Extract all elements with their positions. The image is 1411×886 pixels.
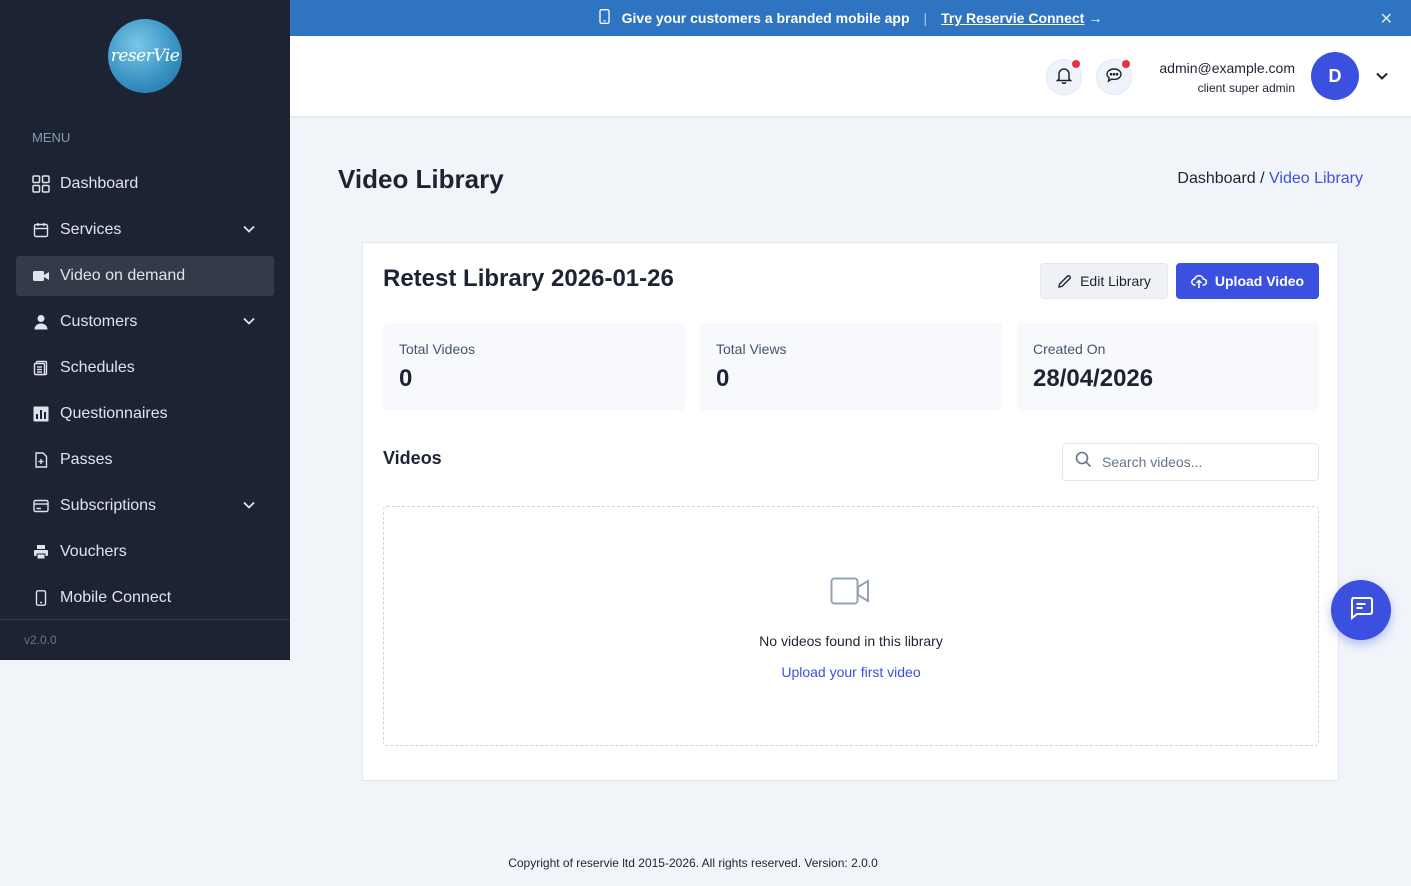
user-role: client super admin — [1197, 81, 1295, 95]
search-icon — [1075, 451, 1092, 473]
sidebar-item-schedules[interactable]: Schedules — [16, 348, 274, 388]
avatar[interactable]: D — [1311, 52, 1359, 100]
logo-text: reserVie — [110, 46, 180, 66]
app-version: v2.0.0 — [24, 633, 57, 647]
stat-value: 0 — [716, 365, 730, 392]
bar-chart-icon — [32, 405, 50, 423]
upload-video-button[interactable]: Upload Video — [1176, 263, 1319, 299]
calendar-icon — [32, 221, 50, 239]
chevron-down-icon — [242, 222, 256, 241]
library-card: Retest Library 2026-01-26 Edit Library U… — [362, 242, 1339, 781]
close-icon[interactable]: ✕ — [1380, 9, 1393, 29]
breadcrumb-current: Video Library — [1269, 170, 1363, 187]
search-videos-input[interactable] — [1102, 454, 1302, 470]
stat-label: Total Views — [716, 341, 787, 357]
top-header: admin@example.com client super admin D — [290, 36, 1411, 116]
bell-icon — [1055, 66, 1073, 89]
chevron-down-icon[interactable] — [1375, 69, 1389, 88]
sidebar-item-label: Subscriptions — [60, 497, 157, 514]
sidebar-item-label: Dashboard — [60, 175, 139, 192]
arrow-right-icon: → — [1088, 10, 1103, 26]
stat-value: 28/04/2026 — [1033, 365, 1154, 392]
chevron-down-icon — [242, 314, 256, 333]
banner-link-label: Try Reservie Connect — [941, 10, 1085, 26]
sidebar-item-label: Mobile Connect — [60, 589, 172, 606]
sidebar-item-label: Schedules — [60, 359, 135, 376]
stat-total-videos: Total Videos 0 — [383, 323, 685, 411]
notification-dot — [1122, 60, 1130, 68]
notification-dot — [1072, 60, 1080, 68]
card-icon — [32, 497, 50, 515]
chevron-down-icon — [242, 498, 256, 517]
sidebar-item-customers[interactable]: Customers — [16, 302, 274, 342]
clipboard-icon — [32, 359, 50, 377]
menu-heading: MENU — [32, 130, 71, 145]
upload-first-video-link[interactable]: Upload your first video — [384, 664, 1318, 680]
sidebar-item-questionnaires[interactable]: Questionnaires — [16, 394, 274, 434]
library-title: Retest Library 2026-01-26 — [383, 265, 674, 292]
sidebar: reserVie MENU Dashboard Services Video o… — [0, 0, 290, 660]
mobile-icon — [599, 9, 610, 27]
sidebar-item-label: Vouchers — [60, 543, 127, 560]
notifications-button[interactable] — [1046, 59, 1082, 95]
sidebar-item-passes[interactable]: Passes — [16, 440, 274, 480]
sidebar-item-video-on-demand[interactable]: Video on demand — [16, 256, 274, 296]
user-email[interactable]: admin@example.com — [1159, 60, 1295, 76]
chat-icon — [1347, 594, 1375, 627]
empty-message: No videos found in this library — [759, 633, 943, 649]
messages-button[interactable] — [1096, 59, 1132, 95]
cloud-upload-icon — [1190, 274, 1207, 289]
printer-icon — [32, 543, 50, 561]
sidebar-item-subscriptions[interactable]: Subscriptions — [16, 486, 274, 526]
search-box — [1062, 443, 1319, 481]
document-icon — [32, 451, 50, 469]
edit-library-button[interactable]: Edit Library — [1040, 263, 1168, 299]
sidebar-nav: Dashboard Services Video on demand Custo… — [16, 164, 274, 624]
upload-video-label: Upload Video — [1214, 273, 1305, 289]
mobile-icon — [32, 589, 50, 607]
sidebar-item-services[interactable]: Services — [16, 210, 274, 250]
reservie-logo[interactable]: reserVie — [108, 19, 182, 93]
sidebar-item-label: Video on demand — [60, 267, 186, 284]
videos-heading: Videos — [383, 448, 442, 468]
stat-label: Total Videos — [399, 341, 476, 357]
promo-banner: Give your customers a branded mobile app… — [290, 0, 1411, 36]
user-icon — [32, 313, 50, 331]
grid-icon — [32, 175, 50, 193]
try-reservie-connect-link[interactable]: Try Reservie Connect — [941, 10, 1084, 26]
pencil-icon — [1057, 274, 1072, 289]
edit-library-label: Edit Library — [1080, 273, 1151, 289]
breadcrumb: Dashboard / Video Library — [1177, 170, 1363, 188]
video-camera-icon — [32, 267, 50, 285]
stat-label: Created On — [1033, 341, 1106, 357]
sidebar-item-label: Passes — [60, 451, 113, 468]
sidebar-item-dashboard[interactable]: Dashboard — [16, 164, 274, 204]
stat-value: 0 — [399, 365, 413, 392]
video-camera-icon — [830, 577, 870, 610]
banner-separator: | — [923, 10, 928, 26]
breadcrumb-dashboard-link[interactable]: Dashboard / — [1177, 170, 1264, 187]
sidebar-item-vouchers[interactable]: Vouchers — [16, 532, 274, 572]
sidebar-item-label: Customers — [60, 313, 138, 330]
sidebar-divider — [0, 619, 290, 620]
chat-support-button[interactable] — [1331, 580, 1391, 640]
banner-message: Give your customers a branded mobile app — [621, 10, 910, 26]
sidebar-item-label: Services — [60, 221, 122, 238]
stat-total-views: Total Views 0 — [700, 323, 1002, 411]
sidebar-item-label: Questionnaires — [60, 405, 168, 422]
sidebar-item-mobile-connect[interactable]: Mobile Connect — [16, 578, 274, 618]
chat-icon — [1105, 66, 1123, 89]
stat-created-on: Created On 28/04/2026 — [1017, 323, 1319, 411]
empty-state: No videos found in this library Upload y… — [383, 506, 1319, 746]
footer-copyright: Copyright of reservie ltd 2015-2026. All… — [508, 856, 878, 870]
page-title: Video Library — [338, 164, 504, 194]
